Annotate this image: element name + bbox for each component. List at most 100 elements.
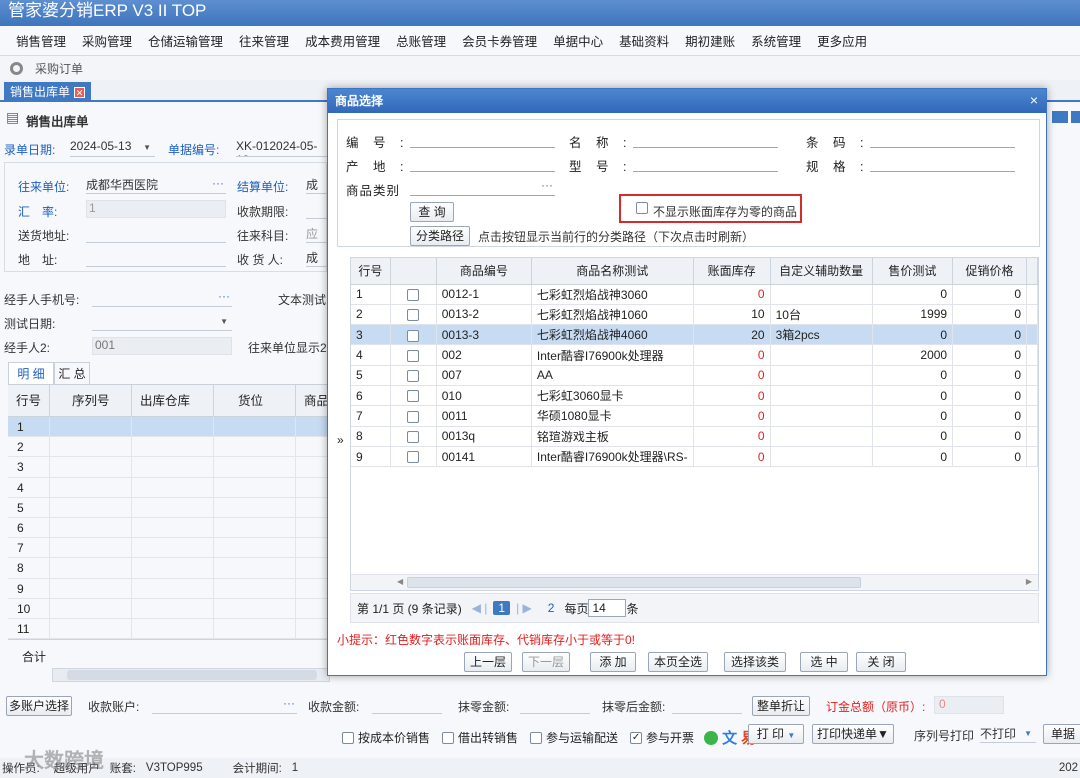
doc-button[interactable]: 单据 (1043, 724, 1080, 744)
close-icon[interactable]: ✕ (74, 87, 86, 98)
chevron-down-icon[interactable]: ▼ (143, 143, 151, 152)
table-hscrollbar[interactable]: ◀ ▶ (351, 574, 1038, 590)
account-input[interactable]: 应收 (306, 225, 327, 243)
table-row[interactable]: 6 (8, 517, 330, 539)
dialog-button-4[interactable]: 选择该类 (724, 652, 786, 672)
test-date-input[interactable]: ▼ (92, 313, 232, 331)
table-row[interactable]: 4 002 Inter酷睿I76900k处理器 0 2000 0 (351, 344, 1038, 366)
table-row[interactable]: 5 007 AA 0 0 0 (351, 365, 1038, 386)
row-select-checkbox[interactable] (407, 390, 420, 403)
table-row[interactable]: 9 (8, 578, 330, 599)
prev-page-icon[interactable]: ◀ | (472, 601, 488, 615)
menu-item-5[interactable]: 总账管理 (388, 31, 454, 50)
table-row[interactable]: 3 0013-3 七彩虹烈焰战神4060 20 3箱2pcs 0 0 (351, 324, 1038, 346)
gear-icon[interactable] (10, 61, 23, 75)
serial-print-select[interactable]: 不打印 ▼ (980, 725, 1036, 743)
partner-input[interactable]: 成都华西医院 ··· (86, 176, 226, 194)
scroll-left-icon[interactable]: ◀ (397, 577, 403, 586)
menu-item-3[interactable]: 往来管理 (231, 31, 297, 50)
ship-addr-input[interactable] (86, 225, 226, 243)
breadcrumb-label[interactable]: 采购订单 (35, 60, 83, 77)
spec-input[interactable] (870, 154, 1015, 172)
hide-zero-checkbox[interactable] (636, 202, 648, 214)
row-select-checkbox[interactable] (407, 451, 420, 464)
table-row[interactable]: 3 (8, 457, 330, 478)
tab-sales-out[interactable]: 销售出库单 ✕ (4, 82, 92, 102)
query-button[interactable]: 查 询 (410, 202, 454, 222)
grid-col-warehouse[interactable]: 出库仓库 (132, 385, 214, 416)
doc-no-input[interactable]: XK-012024-05-13 (236, 139, 328, 157)
table-row[interactable]: 2 (8, 437, 330, 458)
code-input[interactable] (410, 130, 555, 148)
opt-cost-price-checkbox[interactable] (342, 731, 354, 744)
scroll-right-icon[interactable]: ▶ (1026, 577, 1032, 586)
grid-scrollbar[interactable] (52, 668, 330, 682)
next-page-icon[interactable]: | ▶ (516, 601, 532, 615)
discount-button[interactable]: 整单折让 (752, 696, 810, 716)
handler2-input[interactable]: 001 (92, 337, 232, 355)
menu-item-0[interactable]: 销售管理 (8, 31, 74, 50)
row-checkbox[interactable] (390, 284, 437, 305)
quick-print-button[interactable]: 打印快递单▼ (812, 724, 894, 744)
opt-invoice-checkbox[interactable]: ✓ (630, 731, 643, 744)
grid-col-product[interactable]: 商品 (296, 385, 330, 416)
expand-icon[interactable]: » (337, 433, 344, 447)
table-row[interactable]: 4 (8, 477, 330, 498)
more-icon[interactable]: ··· (541, 178, 553, 192)
grid-col-no[interactable]: 行号 (8, 385, 50, 416)
col-check[interactable] (390, 258, 437, 285)
opt-borrow-checkbox[interactable] (442, 731, 455, 744)
menu-item-11[interactable]: 更多应用 (809, 31, 875, 50)
dialog-button-0[interactable]: 上一层 (464, 652, 512, 672)
refresh-icon[interactable]: 2 (548, 601, 555, 615)
date-input[interactable]: 2024-05-13 ▼ (70, 139, 155, 157)
toolbar-icon-2[interactable] (1071, 111, 1080, 123)
row-select-checkbox[interactable] (407, 329, 420, 342)
barcode-input[interactable] (870, 130, 1015, 148)
row-select-checkbox[interactable] (407, 410, 420, 423)
row-checkbox[interactable] (390, 446, 437, 468)
table-row[interactable]: 5 (8, 497, 330, 518)
table-row[interactable]: 1 (8, 417, 330, 438)
row-checkbox[interactable] (390, 324, 437, 346)
row-checkbox[interactable] (390, 426, 437, 447)
row-checkbox[interactable] (390, 304, 437, 326)
receive-account-input[interactable]: ··· (152, 696, 297, 714)
menu-item-7[interactable]: 单据中心 (545, 31, 611, 50)
receive-amount-input[interactable] (372, 696, 442, 714)
row-select-checkbox[interactable] (407, 431, 420, 444)
row-checkbox[interactable] (390, 365, 437, 386)
more-icon[interactable]: ··· (283, 696, 295, 710)
scroll-thumb[interactable] (67, 670, 317, 680)
print-button[interactable]: 打 印 ▼ (748, 724, 804, 744)
table-row[interactable]: 7 (8, 538, 330, 559)
opt-transport-checkbox[interactable] (530, 731, 543, 744)
col-stock[interactable]: 账面库存 (693, 258, 771, 285)
col-price[interactable]: 售价测试 (872, 258, 954, 285)
table-row[interactable]: 2 0013-2 七彩虹烈焰战神1060 10 10台 1999 0 (351, 304, 1038, 326)
table-row[interactable]: 9 00141 Inter酷睿I76900k处理器\RS- 0 0 0 (351, 446, 1038, 468)
scroll-thumb[interactable] (407, 577, 861, 588)
row-select-checkbox[interactable] (407, 309, 420, 322)
category-path-button[interactable]: 分类路径 (410, 226, 470, 246)
receiver-input[interactable]: 成都 (306, 249, 327, 267)
page-current[interactable]: 1 (493, 601, 511, 615)
row-checkbox[interactable] (390, 344, 437, 366)
more-icon[interactable]: ··· (218, 289, 230, 303)
wipe-amount-input[interactable] (520, 696, 590, 714)
address-input[interactable] (86, 249, 226, 267)
wechat-icon[interactable] (704, 730, 719, 745)
col-no[interactable]: 行号 (351, 258, 391, 285)
menu-item-4[interactable]: 成本费用管理 (297, 31, 388, 50)
dialog-button-5[interactable]: 选 中 (800, 652, 848, 672)
row-select-checkbox[interactable] (407, 288, 420, 301)
menu-item-6[interactable]: 会员卡券管理 (454, 31, 545, 50)
table-row[interactable]: 8 0013q 铭瑄游戏主板 0 0 0 (351, 426, 1038, 447)
col-code[interactable]: 商品编号 (436, 258, 532, 285)
after-wipe-input[interactable] (672, 696, 742, 714)
col-aux[interactable]: 自定义辅助数量 (770, 258, 873, 285)
category-input[interactable]: ··· (410, 178, 555, 196)
dialog-button-1[interactable]: 下一层 (522, 652, 570, 672)
row-select-checkbox[interactable] (407, 370, 420, 383)
table-row[interactable]: 8 (8, 558, 330, 579)
